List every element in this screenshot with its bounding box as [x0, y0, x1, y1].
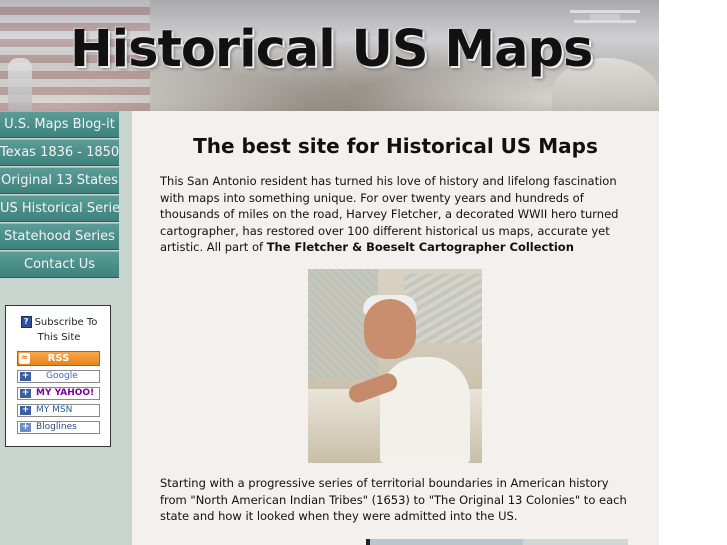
subscribe-heading-wrap: ? Subscribe To This Site: [10, 315, 108, 345]
nav-item-us-historical-series[interactable]: US Historical Series: [0, 195, 119, 222]
add-to-google-button[interactable]: + Google: [17, 370, 100, 383]
rss-feed-icon: ≈: [19, 353, 30, 364]
msn-label: MY MSN: [36, 405, 73, 415]
cartographer-photo: [308, 269, 482, 463]
subscribe-box: ? Subscribe To This Site ≈ RSS + Google +…: [5, 305, 111, 447]
add-to-my-msn-button[interactable]: + MY MSN: [17, 404, 100, 417]
help-icon[interactable]: ?: [20, 316, 32, 328]
plus-icon: +: [20, 388, 31, 398]
nav-item-texas[interactable]: Texas 1836 - 1850: [0, 139, 119, 166]
collection-name: The Fletcher & Boeselt Cartographer Coll…: [266, 240, 574, 254]
add-to-my-yahoo-button[interactable]: + MY YAHOO!: [17, 387, 100, 400]
statue-of-liberty-image: [8, 58, 32, 111]
person-face: [364, 299, 416, 359]
plus-icon: +: [20, 405, 31, 415]
main-content: The best site for Historical US Maps Thi…: [132, 111, 659, 545]
nav-item-maps-blog[interactable]: U.S. Maps Blog-it: [0, 111, 119, 138]
add-to-bloglines-button[interactable]: + Bloglines: [17, 421, 100, 434]
map-image-preview: [366, 539, 628, 545]
site-title: Historical US Maps: [70, 20, 593, 79]
sidebar-nav: U.S. Maps Blog-it Texas 1836 - 1850 Orig…: [0, 111, 119, 279]
yahoo-label: MY YAHOO!: [36, 388, 95, 398]
plus-icon: +: [20, 371, 31, 381]
google-label: Google: [46, 371, 78, 381]
nav-item-contact-us[interactable]: Contact Us: [0, 251, 119, 278]
nav-item-statehood-series[interactable]: Statehood Series: [0, 223, 119, 250]
history-paragraph: Starting with a progressive series of te…: [160, 476, 627, 523]
nav-item-original-13-states[interactable]: Original 13 States: [0, 167, 119, 194]
rss-button[interactable]: ≈ RSS: [17, 351, 100, 366]
subscribe-heading: Subscribe To This Site: [34, 317, 98, 343]
sidebar: U.S. Maps Blog-it Texas 1836 - 1850 Orig…: [0, 111, 132, 545]
bloglines-label: Bloglines: [36, 422, 77, 432]
rss-label: RSS: [47, 353, 70, 364]
page-heading: The best site for Historical US Maps: [193, 134, 598, 158]
person-shirt: [380, 357, 470, 463]
intro-paragraph: This San Antonio resident has turned his…: [160, 173, 635, 256]
plus-icon: +: [20, 422, 31, 432]
site-banner: Historical US Maps: [0, 0, 659, 111]
page: Historical US Maps U.S. Maps Blog-it Tex…: [0, 0, 659, 545]
